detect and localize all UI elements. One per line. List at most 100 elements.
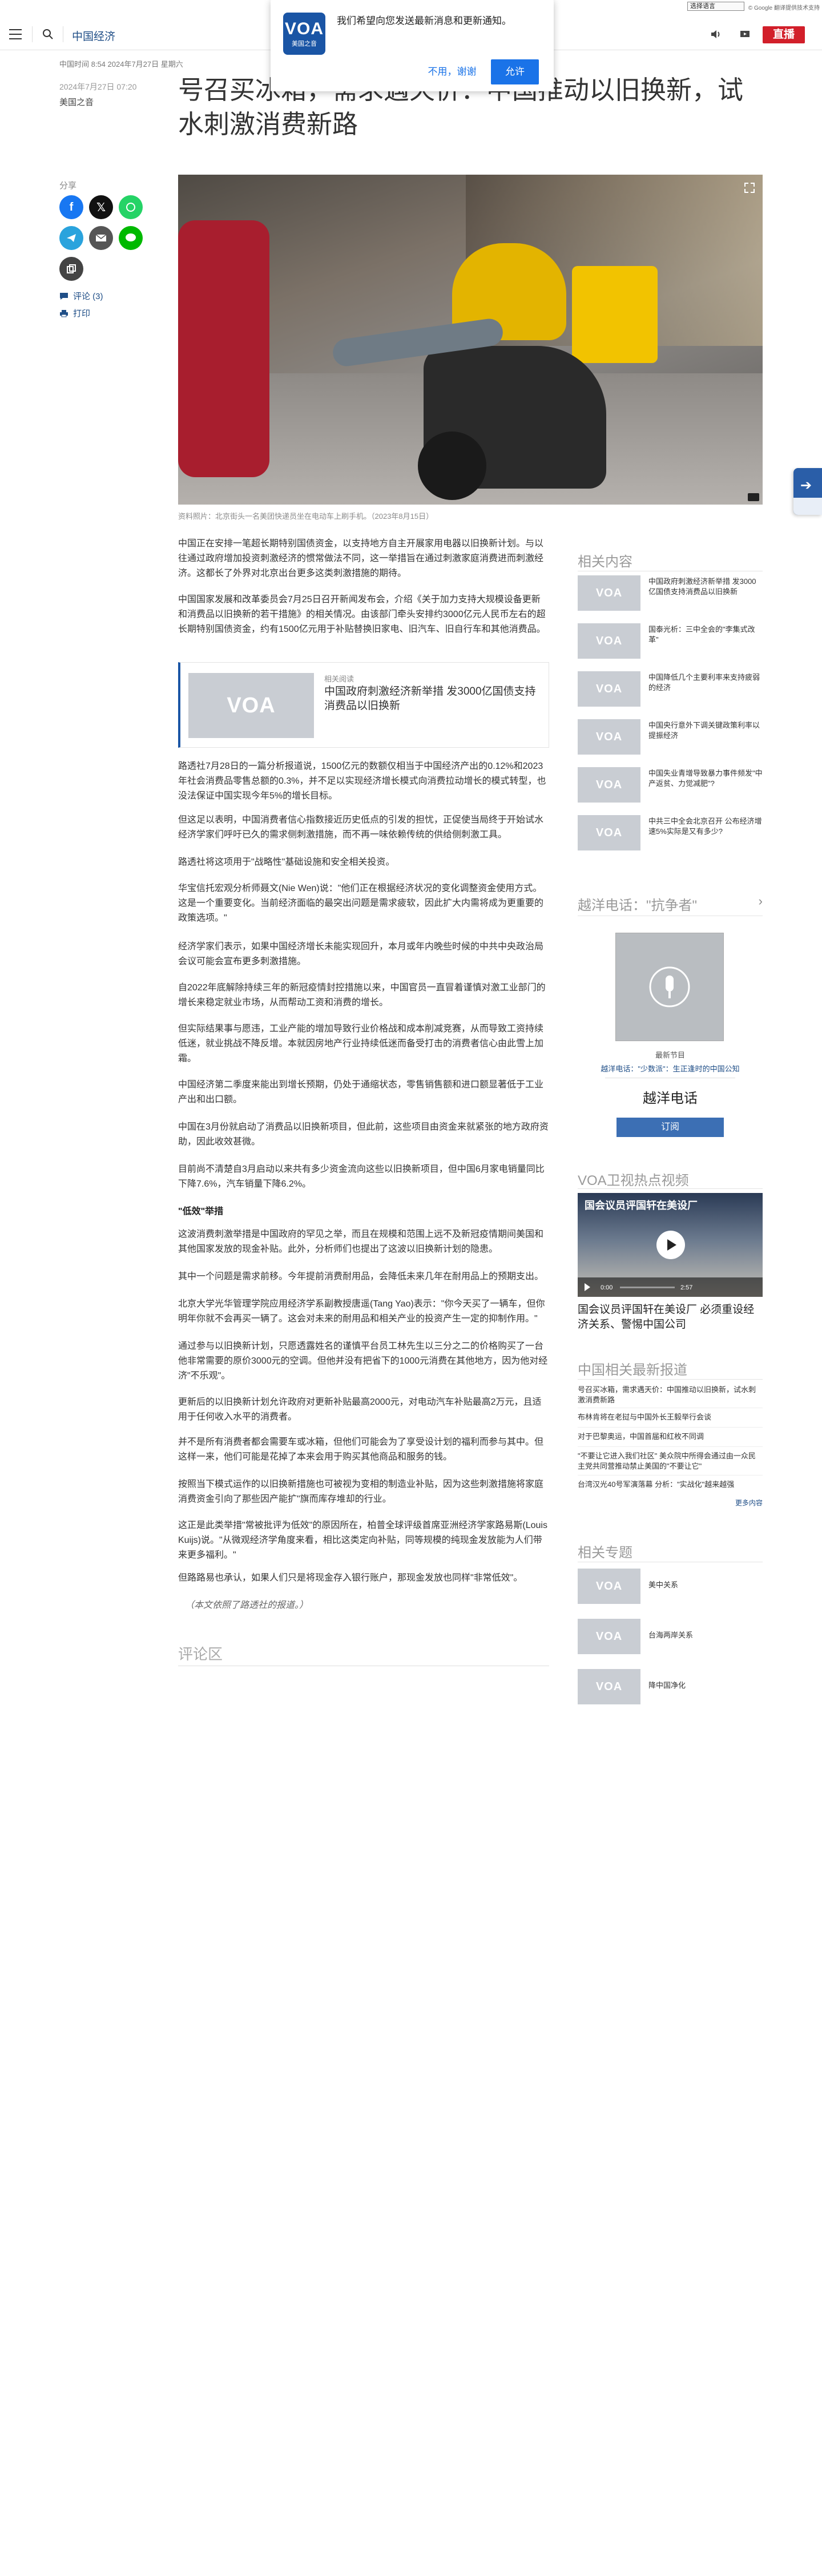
source-note: （本文依照了路透社的报道。） xyxy=(185,1601,309,1610)
video-progress-bar[interactable] xyxy=(620,1287,675,1288)
related-label: 相关阅读 xyxy=(324,675,354,683)
article-paragraph: 其中一个问题是需求前移。今年提前消费耐用品，会降低未来几年在耐用品上的预期支出。 xyxy=(178,1272,544,1281)
news-list-item[interactable]: 台湾汉光40号军演落幕 分析："实战化"越来越强 xyxy=(578,1480,763,1490)
sidebar-radio-title[interactable]: 越洋电话："抗争者" xyxy=(578,894,697,914)
publish-date: 2024年7月27日 07:20 xyxy=(59,82,137,91)
header-divider xyxy=(32,26,33,42)
audio-icon[interactable] xyxy=(710,29,722,39)
whatsapp-icon[interactable] xyxy=(119,195,143,219)
related-title[interactable]: 中国政府刺激经济新举措 发3000亿国债支持消费品以旧换新 xyxy=(324,684,541,713)
notification-prompt: VOA 美国之音 我们希望向您发送最新消息和更新通知。 不用，谢谢 允许 xyxy=(271,0,554,91)
article-paragraph: 通过参与以旧换新计划，只愿透露姓名的谨慎平台员工林先生以三分之二的价格购买了一台… xyxy=(178,1341,548,1381)
video-caption[interactable]: 国会议员评国轩在美设厂 必须重设经济关系、警惕中国公司 xyxy=(578,1303,763,1332)
topic-title[interactable]: 降中国净化 xyxy=(648,1680,763,1691)
program-episode-link[interactable]: 越洋电话："少数派"：生正逢时的中国公知 xyxy=(578,1063,763,1074)
accept-button[interactable]: 允许 xyxy=(491,59,539,84)
logo-subtext: 美国之音 xyxy=(292,41,317,47)
video-duration: 2:57 xyxy=(680,1284,693,1291)
floating-share-widget[interactable]: ➔ xyxy=(793,468,822,515)
article-paragraph: 按照当下模式运作的以旧换新措施也可被视为变相的制造业补贴，因为这些刺激措施将家庭… xyxy=(178,1480,544,1504)
copy-link-icon[interactable] xyxy=(59,257,83,281)
video-player[interactable]: 国会议员评国轩在美设厂 0:00 2:57 xyxy=(578,1193,763,1297)
related-list-item[interactable]: VOA 国泰光析：三中全会的"李集式改革" xyxy=(578,623,763,667)
search-icon[interactable] xyxy=(41,27,55,41)
sidebar-news-title: 中国相关最新报道 xyxy=(578,1362,687,1378)
list-item-title[interactable]: 中国降低几个主要利率来支持疲弱的经济 xyxy=(648,672,763,693)
topic-list-item[interactable]: VOA 降中国净化 xyxy=(578,1669,763,1712)
play-icon[interactable] xyxy=(656,1231,685,1259)
photo-red-scooter xyxy=(178,220,269,477)
article-paragraph: 这正是此类举措"常被批评为低效"的原因所在，柏普全球评级首席亚洲经济学家路易斯(… xyxy=(178,1521,547,1560)
news-divider xyxy=(578,1446,763,1447)
print-link-label: 打印 xyxy=(73,309,91,319)
share-row xyxy=(59,257,83,281)
related-list-item[interactable]: VOA 中共三中全会北京召开 公布经济增速5%实际是又有多少? xyxy=(578,815,763,858)
expand-icon[interactable] xyxy=(743,182,756,194)
topic-thumbnail: VOA xyxy=(578,1619,640,1654)
list-item-title[interactable]: 中共三中全会北京召开 公布经济增速5%实际是又有多少? xyxy=(648,816,763,837)
topic-title[interactable]: 台海两岸关系 xyxy=(648,1630,763,1640)
topic-title[interactable]: 美中关系 xyxy=(648,1580,763,1590)
list-thumbnail: VOA xyxy=(578,575,640,611)
small-play-icon[interactable] xyxy=(585,1283,590,1291)
list-thumbnail: VOA xyxy=(578,623,640,659)
list-item-title[interactable]: 国泰光析：三中全会的"李集式改革" xyxy=(648,624,763,645)
print-link[interactable]: 打印 xyxy=(59,307,90,319)
related-list-item[interactable]: VOA 中国降低几个主要利率来支持疲弱的经济 xyxy=(578,671,763,715)
photo-delivery-box xyxy=(572,266,658,363)
more-news-link[interactable]: 更多内容 xyxy=(735,1498,763,1507)
program-artwork[interactable] xyxy=(615,933,724,1041)
tv-icon[interactable] xyxy=(740,29,751,39)
author[interactable]: 美国之音 xyxy=(59,96,94,108)
article-subhead: "低效"举措 xyxy=(178,1207,224,1216)
subscribe-button[interactable]: 订阅 xyxy=(616,1118,724,1137)
section-link[interactable]: 中国经济 xyxy=(72,28,115,43)
topic-list-item[interactable]: VOA 台海两岸关系 xyxy=(578,1619,763,1662)
widget-tray xyxy=(793,498,822,515)
related-list-item[interactable]: VOA 中国失业青增导致暴力事件频发"中产返贫、力觉减肥"? xyxy=(578,767,763,811)
article-paragraph: 路透社7月28日的一篇分析报道说，1500亿元的数额仅相当于中国经济产出的0.1… xyxy=(178,761,546,801)
video-current-time: 0:00 xyxy=(601,1284,613,1291)
list-item-title[interactable]: 中国央行意外下调关键政策利率以提振经济 xyxy=(648,720,763,741)
line-icon[interactable] xyxy=(119,226,143,250)
comments-link[interactable]: 评论 (3) xyxy=(59,290,103,302)
related-article-card[interactable]: VOA 相关阅读 中国政府刺激经济新举措 发3000亿国债支持消费品以旧换新 xyxy=(178,662,549,748)
decline-button[interactable]: 不用，谢谢 xyxy=(424,59,481,84)
email-icon[interactable] xyxy=(89,226,113,250)
live-button[interactable]: 直播 xyxy=(763,26,805,43)
article-paragraph: 但这足以表明，中国消费者信心指数接近历史低点的引发的担忧，正促使当局终于开始试水… xyxy=(178,815,544,840)
hero-image[interactable] xyxy=(178,175,763,505)
program-new-label: 最新节目 xyxy=(655,1051,685,1059)
comment-icon xyxy=(59,292,68,300)
logo-text: VOA xyxy=(284,19,324,38)
share-label: 分享 xyxy=(59,181,77,191)
menu-icon[interactable] xyxy=(8,27,23,41)
news-divider xyxy=(578,1475,763,1476)
news-list-item[interactable]: "不要让它进入我们社区" 美众院中所得会通过由一众民主党共同营推动禁止美国的"不… xyxy=(578,1451,763,1472)
share-row xyxy=(59,226,143,250)
list-thumbnail: VOA xyxy=(578,671,640,707)
china-time: 中国时间 8:54 2024年7月27日 星期六 xyxy=(59,60,183,68)
sidebar-divider xyxy=(578,1379,763,1380)
facebook-icon[interactable]: f xyxy=(59,195,83,219)
article-paragraph: 自2022年底解除持续三年的新冠疫情封控措施以来，中国官员一直冒着谨慎对激工业部… xyxy=(178,983,546,1007)
voa-logo: VOA 美国之音 xyxy=(283,13,325,55)
x-icon[interactable]: 𝕏 xyxy=(89,195,113,219)
chevron-right-icon[interactable]: › xyxy=(759,894,763,909)
news-list-item[interactable]: 对于巴黎奥运，中国首届和红枚不同调 xyxy=(578,1432,763,1442)
list-item-title[interactable]: 中国政府刺激经济新举措 发3000亿国债支持消费品以旧换新 xyxy=(648,577,763,597)
sidebar-related-title: 相关内容 xyxy=(578,554,632,570)
related-list-item[interactable]: VOA 中国政府刺激经济新举措 发3000亿国债支持消费品以旧换新 xyxy=(578,575,763,619)
topic-list-item[interactable]: VOA 美中关系 xyxy=(578,1569,763,1612)
list-item-title[interactable]: 中国失业青增导致暴力事件频发"中产返贫、力觉减肥"? xyxy=(648,768,763,789)
related-list-item[interactable]: VOA 中国央行意外下调关键政策利率以提振经济 xyxy=(578,719,763,763)
article-paragraph: 路透社将这项用于"战略性"基础设施和安全相关投资。 xyxy=(178,857,395,867)
news-list-item[interactable]: 号召买冰箱，需求遇天价：中国推动以旧换新，试水刺激消费新路 xyxy=(578,1385,763,1405)
fullscreen-icon[interactable] xyxy=(748,493,759,501)
article-paragraph: 这波消费刺激举措是中国政府的罕见之举，而且在规模和范围上远不及新冠疫情期间美国和… xyxy=(178,1229,544,1254)
related-thumbnail: VOA xyxy=(188,673,314,738)
telegram-icon[interactable] xyxy=(59,226,83,250)
news-list-item[interactable]: 布林肯将在老挝与中国外长王毅举行会谈 xyxy=(578,1412,763,1422)
language-select[interactable]: 选择语言 xyxy=(687,2,744,11)
news-divider xyxy=(578,1427,763,1428)
